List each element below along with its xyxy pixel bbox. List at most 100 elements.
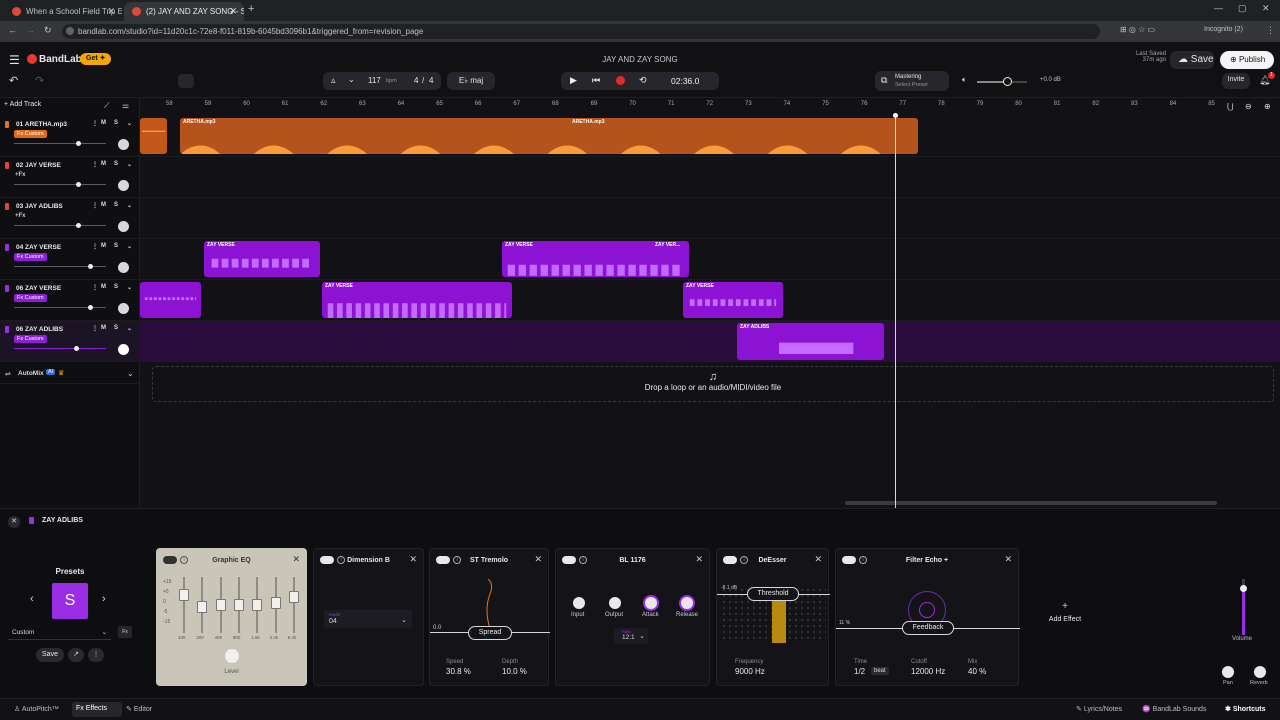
deesser-card[interactable]: i DeEsser ✕ -8.1 dB Threshold Frequency … bbox=[716, 548, 830, 686]
speed-value[interactable]: 30.8 % bbox=[446, 667, 471, 676]
close-icon[interactable]: ✕ bbox=[229, 6, 237, 17]
spread-control[interactable]: Spread bbox=[468, 626, 512, 640]
audio-clip[interactable]: ZAY VERSE bbox=[322, 282, 512, 318]
chevron-down-icon[interactable]: ⌄ bbox=[127, 325, 132, 332]
track-row[interactable]: 03 JAY ADLIBS ⋮ M S ⌄ +Fx bbox=[0, 198, 140, 239]
level-knob[interactable] bbox=[225, 649, 239, 663]
pan-knob[interactable] bbox=[118, 344, 129, 355]
playhead-handle[interactable] bbox=[893, 113, 898, 118]
audio-clip[interactable] bbox=[140, 118, 167, 154]
input-knob[interactable] bbox=[573, 597, 585, 609]
eq-band-slider[interactable] bbox=[183, 577, 185, 633]
add-fx-button[interactable]: +Fx bbox=[15, 172, 26, 178]
browser-tab-active[interactable]: (2) JAY AND ZAY SONG - S ✕ bbox=[124, 2, 244, 21]
close-icon[interactable]: ✕ bbox=[534, 554, 542, 565]
add-effect-label[interactable]: Add Effect bbox=[1040, 616, 1090, 623]
slider-knob[interactable] bbox=[88, 264, 93, 269]
eq-band-handle[interactable] bbox=[288, 591, 299, 603]
fx-tag[interactable]: Fx Custom bbox=[14, 130, 47, 138]
chevron-left-icon[interactable]: ‹ bbox=[30, 593, 34, 605]
volume-knob[interactable] bbox=[1240, 585, 1247, 592]
track-row[interactable]: 02 JAY VERSE ⋮ M S ⌄ +Fx bbox=[0, 157, 140, 198]
ratio-select[interactable]: Ratio 12:1 ⌄ bbox=[614, 628, 648, 644]
cutoff-value[interactable]: 12000 Hz bbox=[911, 667, 945, 676]
chevron-down-icon[interactable]: ⌄ bbox=[127, 120, 132, 127]
st-tremolo-card[interactable]: i ST Tremolo ✕ 0.0 Spread Speed 30.8 % D… bbox=[429, 548, 550, 686]
track-name[interactable]: 04 ZAY VERSE bbox=[16, 244, 61, 251]
mute-button[interactable]: M bbox=[101, 120, 106, 126]
mode-select[interactable]: Mode 04 ⌄ bbox=[324, 610, 412, 628]
play-icon[interactable]: ▶ bbox=[570, 75, 577, 86]
track-volume-slider[interactable] bbox=[14, 223, 106, 228]
chevron-down-icon[interactable]: ⌄ bbox=[348, 75, 355, 84]
zoom-out-icon[interactable]: ⊖ bbox=[1245, 102, 1252, 111]
add-fx-button[interactable]: +Fx bbox=[15, 213, 26, 219]
frequency-value[interactable]: 9000 Hz bbox=[735, 667, 765, 676]
time-unit[interactable]: beat bbox=[871, 667, 889, 675]
chevron-down-icon[interactable]: ⌄ bbox=[127, 284, 132, 291]
track-row[interactable]: 06 ZAY VERSE ⋮ M S ⌄ Fx Custom bbox=[0, 280, 140, 321]
eq-band-handle[interactable] bbox=[197, 601, 208, 613]
pan-knob[interactable] bbox=[118, 303, 129, 314]
track-volume-slider[interactable] bbox=[14, 264, 106, 269]
fx-tag[interactable]: Fx Custom bbox=[14, 253, 47, 261]
timeline-ruler[interactable]: 58 59 60 61 62 63 64 65 66 67 68 69 70 71 72 73 74 75 76 77… bbox=[140, 98, 1280, 116]
preset-tile[interactable]: S bbox=[52, 583, 88, 619]
audio-clip[interactable]: ZAY ADLIBS bbox=[737, 323, 884, 360]
editor-tab[interactable]: ✎ Editor bbox=[126, 705, 152, 713]
chevron-down-icon[interactable]: ⌄ bbox=[127, 243, 132, 250]
settings-sliders-icon[interactable]: ⚌ bbox=[122, 101, 129, 110]
publish-button[interactable]: ⊕ Publish bbox=[1220, 51, 1274, 69]
menu-dots-icon[interactable]: ⋮ bbox=[1266, 25, 1275, 36]
close-icon[interactable]: ✕ bbox=[814, 554, 822, 565]
close-icon[interactable]: ✕ bbox=[695, 554, 703, 565]
close-icon[interactable]: ✕ bbox=[292, 554, 300, 565]
track-row-selected[interactable]: 06 ZAY ADLIBS ⋮ M S ⌄ Fx Custom bbox=[0, 321, 140, 362]
more-icon[interactable]: ⋮ bbox=[88, 648, 104, 662]
redo-icon[interactable]: ↷ bbox=[35, 74, 44, 87]
fx-tag[interactable]: Fx Custom bbox=[14, 335, 47, 343]
track-volume-slider[interactable] bbox=[14, 305, 106, 310]
loop-icon[interactable]: ⟲ bbox=[639, 75, 647, 86]
share-icon[interactable]: ↗ bbox=[68, 648, 84, 662]
close-panel-icon[interactable]: ✕ bbox=[8, 516, 20, 528]
timeline-area[interactable]: 58 59 60 61 62 63 64 65 66 67 68 69 70 71 72 73 74 75 76 77… bbox=[140, 98, 1280, 508]
track-volume-slider[interactable] bbox=[14, 141, 106, 146]
mute-button[interactable]: M bbox=[101, 161, 106, 167]
metronome-icon[interactable]: ▵ bbox=[331, 75, 336, 86]
eq-band-handle[interactable] bbox=[270, 597, 281, 609]
slider-knob[interactable] bbox=[74, 346, 79, 351]
pan-knob[interactable] bbox=[118, 221, 129, 232]
track-volume-slider[interactable] bbox=[14, 182, 106, 187]
sounds-button[interactable]: ♒ BandLab Sounds bbox=[1142, 705, 1206, 713]
slider-knob[interactable] bbox=[76, 223, 81, 228]
more-icon[interactable]: ⋮ bbox=[92, 161, 98, 168]
tempo-control[interactable]: ▵ ⌄ 117 bpm 4 / 4 bbox=[323, 72, 441, 90]
mute-button[interactable]: M bbox=[101, 284, 106, 290]
close-window-icon[interactable]: ✕ bbox=[1262, 3, 1270, 14]
site-info-icon[interactable] bbox=[66, 27, 74, 35]
more-icon[interactable]: ⋮ bbox=[92, 243, 98, 250]
mute-button[interactable]: M bbox=[101, 325, 106, 331]
horizontal-scrollbar[interactable] bbox=[845, 501, 1217, 505]
drop-zone[interactable]: ♫ Drop a loop or an audio/MIDI/video fil… bbox=[152, 366, 1274, 402]
add-track-button[interactable]: + Add Track bbox=[4, 101, 58, 113]
close-icon[interactable]: ✕ bbox=[107, 6, 115, 17]
master-volume-slider[interactable] bbox=[977, 77, 1027, 86]
snap-magnet-icon[interactable]: ⋃ bbox=[1227, 102, 1234, 111]
minimize-icon[interactable]: — bbox=[1214, 3, 1223, 13]
mastering-selector[interactable]: ⧉ Mastering Select Preset bbox=[875, 71, 949, 91]
chevron-down-icon[interactable]: ⌄ bbox=[127, 161, 132, 168]
solo-button[interactable]: S bbox=[114, 202, 118, 208]
project-title[interactable]: JAY AND ZAY SONG bbox=[0, 55, 1280, 64]
track-volume-slider[interactable] bbox=[14, 346, 106, 351]
slider-knob[interactable] bbox=[76, 141, 81, 146]
track-name[interactable]: 06 ZAY VERSE bbox=[16, 285, 61, 292]
track-name[interactable]: 03 JAY ADLIBS bbox=[16, 203, 63, 210]
reload-icon[interactable]: ↻ bbox=[44, 25, 52, 36]
skip-back-icon[interactable]: ⏮ bbox=[592, 75, 600, 86]
eq-band-handle[interactable] bbox=[252, 599, 263, 611]
track-name[interactable]: 02 JAY VERSE bbox=[16, 162, 61, 169]
lyrics-button[interactable]: ✎ Lyrics/Notes bbox=[1076, 705, 1122, 713]
output-knob[interactable] bbox=[609, 597, 621, 609]
